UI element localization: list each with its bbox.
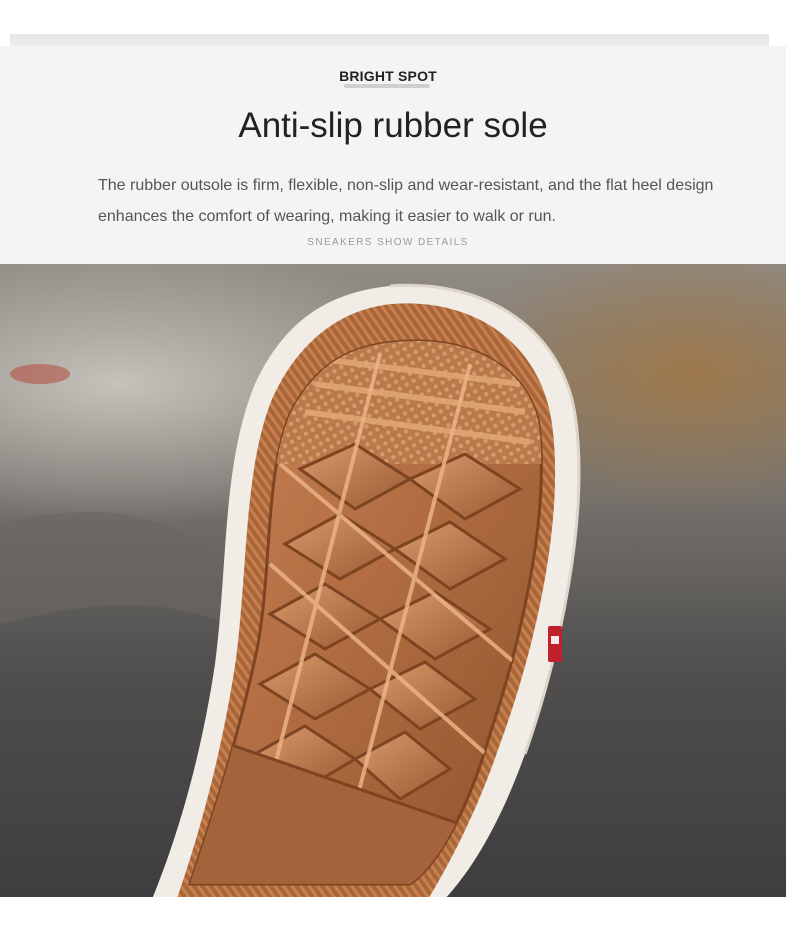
eyebrow-underline [344,84,430,88]
bottom-spacer [0,897,786,946]
top-divider-bar [10,34,769,46]
sole-photo [0,264,786,897]
sneaker-sole-illustration [0,283,581,897]
feature-header: BRIGHT SPOT Anti-slip rubber sole The ru… [0,46,786,264]
feature-title: Anti-slip rubber sole [238,106,548,145]
product-detail-page: BRIGHT SPOT Anti-slip rubber sole The ru… [0,0,786,946]
feature-description: The rubber outsole is firm, flexible, no… [98,177,714,225]
eyebrow-label: BRIGHT SPOT [339,68,437,84]
section-footnote: SNEAKERS SHOW DETAILS [307,237,469,248]
background-red-blur [10,364,70,384]
